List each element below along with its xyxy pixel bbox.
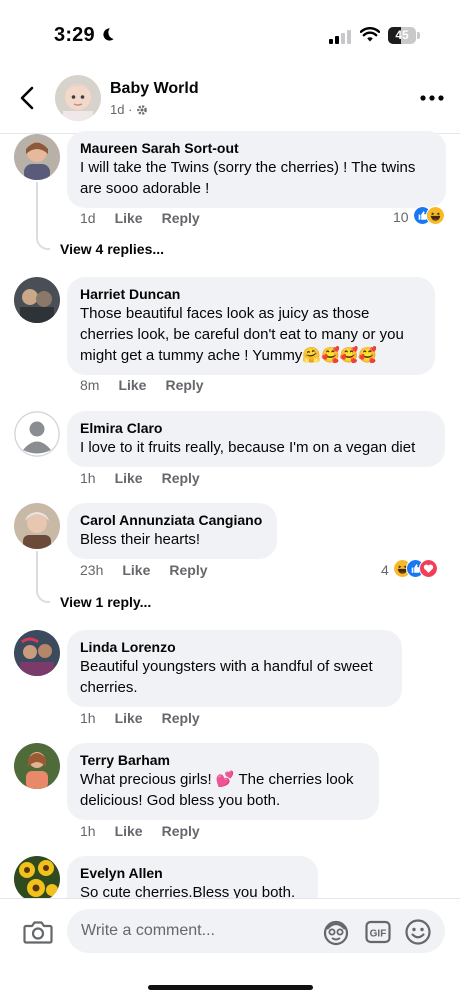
like-button[interactable]: Like <box>118 377 146 393</box>
love-reaction-icon <box>418 559 438 578</box>
haha-reaction-icon <box>425 206 445 225</box>
comment-time: 1h <box>80 823 96 839</box>
battery-level: 45 <box>395 28 409 42</box>
like-button[interactable]: Like <box>115 823 143 839</box>
comment-composer: GIF <box>0 898 460 1000</box>
camera-icon[interactable] <box>22 918 54 946</box>
commenter-avatar[interactable] <box>14 630 60 676</box>
reaction-count: 4 <box>381 562 389 578</box>
svg-text:GIF: GIF <box>370 929 387 940</box>
comment-text: I love to it fruits really, because I'm … <box>80 439 416 456</box>
like-button[interactable]: Like <box>115 210 143 226</box>
reply-button[interactable]: Reply <box>169 562 207 578</box>
comment-time: 23h <box>80 562 104 578</box>
back-button[interactable] <box>14 84 42 112</box>
commenter-avatar[interactable] <box>14 134 60 180</box>
reply-button[interactable]: Reply <box>162 210 200 226</box>
reply-button[interactable]: Reply <box>162 470 200 486</box>
commenter-name[interactable]: Terry Barham <box>80 751 366 769</box>
comment-actions: 23h Like Reply <box>80 562 208 578</box>
home-indicator[interactable] <box>148 985 313 990</box>
post-time: 1d · <box>110 102 133 117</box>
comment-actions: 8m Like Reply <box>80 377 204 393</box>
commenter-name[interactable]: Carol Annunziata Cangiano <box>80 511 264 529</box>
post-header: Baby World 1d · <box>0 66 460 134</box>
comment-bubble: Carol Annunziata Cangiano Bless their he… <box>67 503 277 559</box>
comment-bubble: Harriet Duncan Those beautiful faces loo… <box>67 277 435 375</box>
cellular-signal-icon <box>329 30 351 44</box>
comment-time: 8m <box>80 377 100 393</box>
reply-button[interactable]: Reply <box>162 823 200 839</box>
commenter-avatar[interactable] <box>14 411 60 457</box>
reaction-summary[interactable]: 4 <box>381 559 438 581</box>
reply-button[interactable]: Reply <box>162 710 200 726</box>
page-title[interactable]: Baby World <box>110 80 199 98</box>
like-button[interactable]: Like <box>115 470 143 486</box>
comment-bubble: Elmira Claro I love to it fruits really,… <box>67 411 445 467</box>
status-bar: 3:29 45 <box>0 0 460 62</box>
comment-bubble: Maureen Sarah Sort-out I will take the T… <box>67 131 446 208</box>
like-button[interactable]: Like <box>122 562 150 578</box>
comment-time: 1h <box>80 710 96 726</box>
commenter-avatar[interactable] <box>14 743 60 789</box>
comment-text: Beautiful youngsters with a handful of s… <box>80 658 373 696</box>
commenter-avatar[interactable] <box>14 856 60 902</box>
more-options-button[interactable] <box>418 86 446 110</box>
comment-text: What precious girls! 💕 The cherries look… <box>80 771 354 809</box>
comment-actions: 1d Like Reply <box>80 210 200 226</box>
commenter-avatar[interactable] <box>14 277 60 323</box>
comment-actions: 1h Like Reply <box>80 823 200 839</box>
comment-text: Those beautiful faces look as juicy as t… <box>80 305 404 364</box>
view-replies-link[interactable]: View 4 replies... <box>60 241 164 257</box>
status-time: 3:29 <box>54 24 95 46</box>
thread-line <box>36 182 50 250</box>
comment-actions: 1h Like Reply <box>80 710 200 726</box>
commenter-name[interactable]: Harriet Duncan <box>80 285 422 303</box>
comment-bubble: Linda Lorenzo Beautiful youngsters with … <box>67 630 402 707</box>
commenter-name[interactable]: Linda Lorenzo <box>80 638 389 656</box>
page-avatar[interactable] <box>55 75 101 121</box>
thread-line <box>36 551 50 603</box>
post-meta: 1d · <box>110 102 148 117</box>
wifi-icon <box>360 27 380 42</box>
like-button[interactable]: Like <box>115 710 143 726</box>
smile-icon[interactable] <box>404 918 432 946</box>
gif-icon[interactable]: GIF <box>364 918 392 946</box>
comment-bubble: Terry Barham What precious girls! 💕 The … <box>67 743 379 820</box>
comment-time: 1h <box>80 470 96 486</box>
view-replies-link[interactable]: View 1 reply... <box>60 594 151 610</box>
reaction-count: 10 <box>393 209 409 225</box>
comment-time: 1d <box>80 210 96 226</box>
comment-text: I will take the Twins (sorry the cherrie… <box>80 159 416 197</box>
commenter-name[interactable]: Evelyn Allen <box>80 864 305 882</box>
commenter-avatar[interactable] <box>14 503 60 549</box>
battery-icon: 45 <box>388 27 420 44</box>
moon-icon <box>103 28 114 41</box>
reaction-summary[interactable]: 10 <box>393 206 445 228</box>
commenter-name[interactable]: Maureen Sarah Sort-out <box>80 139 433 157</box>
comment-text: Bless their hearts! <box>80 531 201 548</box>
avatar-sticker-icon[interactable] <box>322 918 350 946</box>
commenter-name[interactable]: Elmira Claro <box>80 419 432 437</box>
comment-actions: 1h Like Reply <box>80 470 200 486</box>
gear-icon <box>137 104 148 115</box>
reply-button[interactable]: Reply <box>165 377 203 393</box>
